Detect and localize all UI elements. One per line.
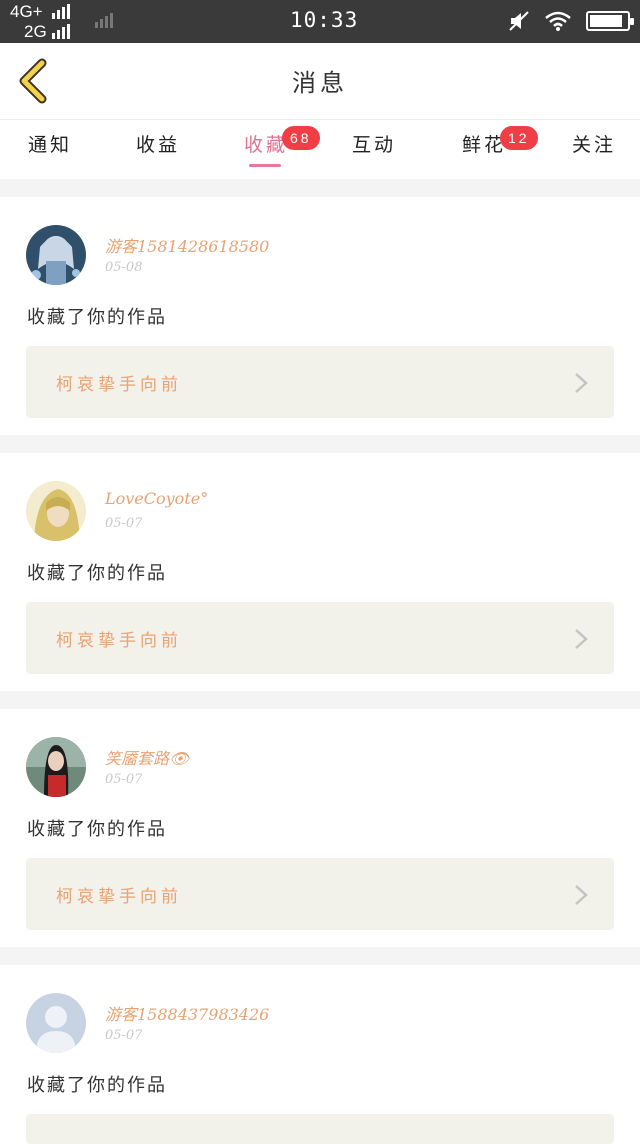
mute-icon: [509, 11, 529, 31]
work-link[interactable]: 柯哀挚手向前: [26, 858, 614, 930]
avatar[interactable]: [26, 225, 86, 285]
active-tab-indicator: [249, 164, 281, 167]
username[interactable]: 游客15814286185​80: [105, 233, 269, 257]
list-item: 笑靥套路👁 05-07 收藏了你的作品 柯哀挚手向前: [0, 709, 640, 947]
tab-earnings[interactable]: 收益: [136, 130, 180, 157]
tab-flowers[interactable]: 鲜花 12: [462, 126, 538, 157]
activity-text: 收藏了你的作品: [27, 307, 167, 328]
activity-text: 收藏了你的作品: [27, 563, 167, 584]
app-header: 消息: [0, 43, 640, 119]
list-item: LoveCoyote° 05-07 收藏了你的作品 柯哀挚手向前: [0, 453, 640, 691]
work-title: 柯哀挚手向前: [56, 631, 182, 651]
wifi-icon: [545, 11, 571, 31]
divider: [0, 435, 640, 453]
work-link[interactable]: 柯哀挚手向前: [26, 346, 614, 418]
chevron-right-icon: [575, 629, 588, 649]
signal-icon-primary: [52, 4, 70, 19]
timestamp: 05-07: [105, 772, 143, 787]
network-type-primary: 4G+: [10, 2, 43, 21]
work-title: 柯哀挚手向前: [56, 375, 182, 395]
tab-bar: 通知 收益 收藏 68 互动 鲜花 12 关注: [0, 119, 640, 179]
username[interactable]: 游客15884379834​26: [105, 1001, 269, 1025]
work-link[interactable]: 柯哀挚手向前: [26, 602, 614, 674]
list-item: 游客15814286185​80 05-08 收藏了你的作品 柯哀挚手向前: [0, 197, 640, 435]
work-link[interactable]: [26, 1114, 614, 1144]
timestamp: 05-07: [105, 516, 143, 531]
chevron-right-icon: [575, 885, 588, 905]
divider: [0, 691, 640, 709]
signal-icon-inactive: [95, 13, 113, 28]
flowers-count-badge: 12: [500, 126, 538, 150]
tab-notifications[interactable]: 通知: [28, 130, 72, 157]
tab-interactions[interactable]: 互动: [352, 130, 396, 157]
divider: [0, 179, 640, 197]
favorites-count-badge: 68: [282, 126, 320, 150]
signal-icon-secondary: [52, 24, 70, 39]
avatar[interactable]: [26, 481, 86, 541]
username[interactable]: LoveCoyote°: [105, 489, 208, 508]
activity-text: 收藏了你的作品: [27, 819, 167, 840]
username[interactable]: 笑靥套路👁: [105, 745, 189, 769]
divider: [0, 947, 640, 965]
status-time: 10:33: [290, 8, 359, 32]
status-bar: 4G+ 2G 10:33: [0, 0, 640, 43]
page-title: 消息: [292, 69, 348, 97]
tab-following[interactable]: 关注: [572, 130, 616, 157]
chevron-right-icon: [575, 373, 588, 393]
timestamp: 05-08: [105, 260, 143, 275]
avatar[interactable]: [26, 993, 86, 1053]
tab-favorites[interactable]: 收藏 68: [244, 126, 320, 157]
battery-icon: [586, 11, 634, 31]
list-item: 游客15884379834​26 05-07 收藏了你的作品: [0, 965, 640, 1144]
work-title: 柯哀挚手向前: [56, 887, 182, 907]
avatar[interactable]: [26, 737, 86, 797]
activity-text: 收藏了你的作品: [27, 1075, 167, 1096]
timestamp: 05-07: [105, 1028, 143, 1043]
network-type-secondary: 2G: [24, 22, 47, 41]
